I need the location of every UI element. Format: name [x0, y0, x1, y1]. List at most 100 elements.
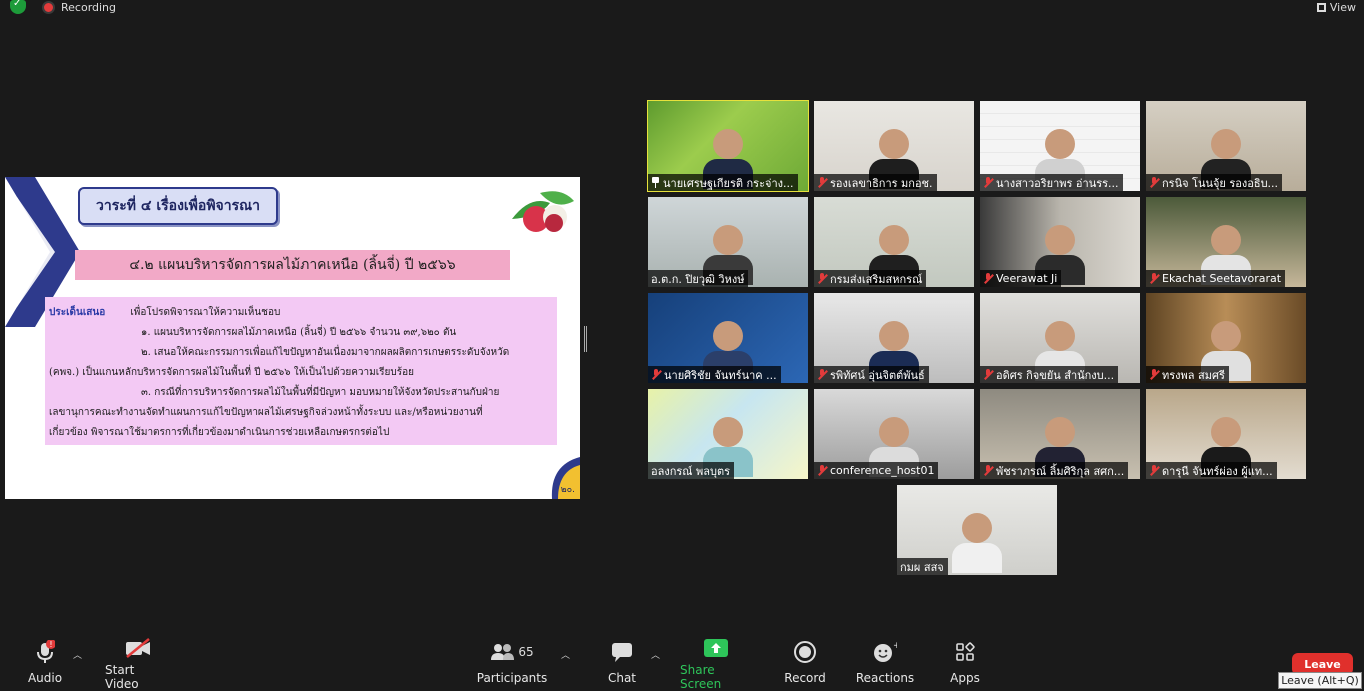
muted-microphone-icon	[817, 369, 827, 380]
start-video-button[interactable]: Start Video	[105, 636, 171, 691]
participant-tile[interactable]: Ekachat Seetavorarat	[1146, 197, 1306, 287]
participant-tile[interactable]: รองเลขาธิการ มกอช.	[814, 101, 974, 191]
participant-head	[1045, 321, 1075, 351]
reactions-emoji-icon: +	[873, 636, 897, 668]
participant-name-bar: อ.ต.ก. ปิยวุฒิ วิหงษ์	[648, 270, 749, 287]
participant-tile[interactable]: กมผ สสจ	[897, 485, 1057, 575]
lychee-image	[512, 191, 574, 232]
participant-head	[1211, 417, 1241, 447]
participant-head	[713, 129, 743, 159]
participant-name-bar: conference_host01	[814, 462, 939, 479]
participant-head	[1211, 321, 1241, 351]
participant-tile[interactable]: อ.ต.ก. ปิยวุฒิ วิหงษ์	[648, 197, 808, 287]
chat-button[interactable]: Chat	[607, 636, 637, 691]
participant-name: อลงกรณ์ พลบุตร	[651, 464, 731, 478]
share-screen-icon	[703, 636, 729, 660]
participant-tile[interactable]: กรนิจ โนนจุ้ย รองอธิบ...	[1146, 101, 1306, 191]
participant-tile[interactable]: พัชราภรณ์ ลิ้มศิริกุล สศก...	[980, 389, 1140, 479]
participant-name: นางสาวอริยาพร อ่านรร...	[996, 176, 1119, 190]
security-shield-icon[interactable]	[10, 0, 26, 14]
shared-screen-slide: วาระที่ ๔ เรื่องเพื่อพิจารณา ๔.๒ แผนบริห…	[5, 177, 580, 499]
reactions-button[interactable]: + Reactions	[855, 636, 915, 691]
participant-name-bar: กมผ สสจ	[897, 558, 948, 575]
participant-head	[1045, 129, 1075, 159]
proposal-label: ประเด็นเสนอ	[49, 307, 106, 318]
participant-name: Veerawat Ji	[996, 272, 1058, 285]
recording-label: Recording	[61, 0, 117, 14]
participant-name-bar: กรนิจ โนนจุ้ย รองอธิบ...	[1146, 174, 1283, 191]
participant-tile[interactable]: conference_host01	[814, 389, 974, 479]
participant-body	[952, 543, 1002, 573]
audio-label: Audio	[27, 671, 63, 685]
muted-microphone-icon	[983, 369, 993, 380]
participant-name-bar: รพิทัศน์ อุ่นจิตต์พันธ์	[814, 366, 929, 383]
participant-name-bar: นางสาวอริยาพร อ่านรร...	[980, 174, 1123, 191]
svg-text:+: +	[893, 641, 897, 651]
participant-name-bar: ดารุนี จันทร์ผ่อง ผู้แท...	[1146, 462, 1277, 479]
participant-head	[962, 513, 992, 543]
participant-name-bar: ทรงพล สมศรี	[1146, 366, 1229, 383]
chat-options-caret-icon[interactable]: ︿	[651, 648, 660, 661]
participant-tile[interactable]: อลงกรณ์ พลบุตร	[648, 389, 808, 479]
participant-name-bar: อดิศร กิจขยัน สำนักงบ...	[980, 366, 1119, 383]
proposal-line-4: (คพจ.) เป็นแกนหลักบริหารจัดการผลไม้ในพื้…	[49, 367, 414, 378]
participant-name-bar: Ekachat Seetavorarat	[1146, 270, 1286, 287]
record-icon	[794, 636, 816, 668]
participant-head	[1045, 225, 1075, 255]
meeting-toolbar: ! Audio ︿ Start Video 65 Participants ︿ …	[0, 636, 1364, 691]
participant-tile[interactable]: ทรงพล สมศรี	[1146, 293, 1306, 383]
participant-tile[interactable]: นายเศรษฐเกียรติ กระจ่าง...	[647, 100, 809, 192]
recording-indicator[interactable]: Recording	[42, 0, 116, 14]
participant-tile[interactable]: นายศิริชัย จันทร์นาค ...	[648, 293, 808, 383]
participant-count: 65	[518, 645, 534, 659]
participant-tile[interactable]: ดารุนี จันทร์ผ่อง ผู้แท...	[1146, 389, 1306, 479]
meeting-top-bar: Recording View	[0, 0, 1364, 16]
audio-button[interactable]: ! Audio	[28, 636, 62, 691]
participant-head	[879, 225, 909, 255]
view-label: View	[1329, 0, 1356, 14]
participant-name-bar: นายเศรษฐเกียรติ กระจ่าง...	[648, 174, 798, 191]
record-label: Record	[784, 671, 826, 685]
slide-subtitle-bar: ๔.๒ แผนบริหารจัดการผลไม้ภาคเหนือ (ลิ้นจี…	[75, 250, 510, 280]
participant-name: นายศิริชัย จันทร์นาค ...	[664, 368, 777, 382]
apps-icon	[955, 636, 975, 668]
participants-label: Participants	[476, 671, 548, 685]
participant-name: กรนิจ โนนจุ้ย รองอธิบ...	[1162, 176, 1279, 190]
chat-icon	[611, 636, 633, 668]
apps-button[interactable]: Apps	[948, 636, 982, 691]
muted-microphone-icon	[983, 177, 993, 188]
chat-label: Chat	[607, 671, 637, 685]
svg-text:!: !	[49, 640, 52, 649]
muted-microphone-icon	[817, 273, 827, 284]
participant-name: รพิทัศน์ อุ่นจิตต์พันธ์	[830, 368, 925, 382]
participant-tile[interactable]: นางสาวอริยาพร อ่านรร...	[980, 101, 1140, 191]
share-screen-button[interactable]: Share Screen	[680, 636, 752, 691]
participant-head	[1211, 129, 1241, 159]
proposal-line-5: ๓. กรณีที่การบริหารจัดการผลไม้ในพื้นที่ม…	[141, 387, 500, 398]
view-button[interactable]: View	[1316, 0, 1356, 14]
participant-name: ดารุนี จันทร์ผ่อง ผู้แท...	[1162, 464, 1273, 478]
participants-options-caret-icon[interactable]: ︿	[561, 648, 570, 661]
reactions-label: Reactions	[855, 671, 915, 685]
participant-tile[interactable]: กรมส่งเสริมสหกรณ์	[814, 197, 974, 287]
proposal-line-6: เลขานุการคณะทำงานจัดทำแผนการแก้ไขปัญหาผล…	[49, 407, 483, 418]
participant-tile[interactable]: อดิศร กิจขยัน สำนักงบ...	[980, 293, 1140, 383]
proposal-text: เพื่อโปรดพิจารณาให้ความเห็นชอบ	[130, 307, 281, 318]
participant-head	[1211, 225, 1241, 255]
audio-options-caret-icon[interactable]: ︿	[73, 648, 82, 661]
split-view-drag-handle[interactable]	[584, 326, 587, 352]
participant-head	[879, 321, 909, 351]
muted-microphone-icon	[1149, 465, 1159, 476]
agenda-title-box: วาระที่ ๔ เรื่องเพื่อพิจารณา	[78, 187, 278, 225]
participant-tile[interactable]: รพิทัศน์ อุ่นจิตต์พันธ์	[814, 293, 974, 383]
participant-name-bar: กรมส่งเสริมสหกรณ์	[814, 270, 927, 287]
muted-microphone-icon	[817, 177, 827, 188]
participants-button[interactable]: 65 Participants	[477, 636, 547, 691]
proposal-line-3: ๒. เสนอให้คณะกรรมการเพื่อแก้ไขปัญหาอันเน…	[141, 347, 510, 358]
participant-name-bar: Veerawat Ji	[980, 270, 1062, 287]
participant-tile[interactable]: Veerawat Ji	[980, 197, 1140, 287]
participant-name: พัชราภรณ์ ลิ้มศิริกุล สศก...	[996, 464, 1125, 478]
participant-head	[879, 129, 909, 159]
record-button[interactable]: Record	[784, 636, 826, 691]
participant-name: กรมส่งเสริมสหกรณ์	[830, 272, 923, 286]
